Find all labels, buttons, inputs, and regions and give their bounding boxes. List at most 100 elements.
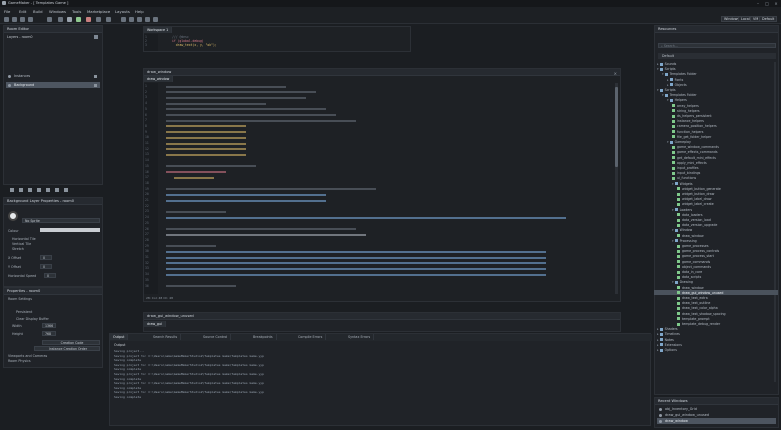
resource-search-input[interactable]: ⌕ Search... <box>658 43 776 48</box>
visibility-icon[interactable] <box>94 83 97 87</box>
menu-windows[interactable]: Windows <box>49 9 66 14</box>
clear-display-buffer-checkbox[interactable]: Clear Display Buffer <box>16 317 49 321</box>
create-executable-icon[interactable] <box>96 17 101 22</box>
export-icon[interactable] <box>47 17 52 22</box>
zoom-out-icon[interactable] <box>129 17 134 22</box>
sprite-selector[interactable]: No Sprite <box>22 218 100 223</box>
code-line[interactable] <box>166 125 246 128</box>
code-line[interactable] <box>166 148 246 151</box>
persistent-checkbox[interactable]: Persistent <box>16 310 32 314</box>
code-line[interactable] <box>166 114 336 116</box>
code-line[interactable] <box>166 142 246 145</box>
filter-dropdown[interactable]: Default <box>658 53 776 59</box>
add-background-layer-icon[interactable] <box>37 188 41 192</box>
close-button[interactable]: × <box>772 1 780 6</box>
vertical-scrollbar[interactable] <box>615 83 618 294</box>
code-line[interactable]: draw_text(x, y, "ok"); <box>172 43 217 47</box>
minimize-button[interactable]: – <box>754 1 762 6</box>
width-field[interactable]: 1366 <box>42 323 56 328</box>
import-icon[interactable] <box>28 17 33 22</box>
layer-instances[interactable]: Instances <box>6 73 100 79</box>
layer-background[interactable]: Background <box>6 82 100 88</box>
menu-file[interactable]: File <box>4 9 10 14</box>
code-line[interactable] <box>166 108 326 111</box>
code-line[interactable] <box>166 171 226 173</box>
tab-syntax-errors[interactable]: Syntax Errors <box>345 334 375 340</box>
run-icon[interactable] <box>76 17 81 22</box>
tab-compile-errors[interactable]: Compile Errors <box>295 334 327 340</box>
zoom-in-icon[interactable] <box>121 17 126 22</box>
menu-edit[interactable]: Edit <box>19 9 26 14</box>
code-line[interactable] <box>166 102 266 105</box>
code-line[interactable] <box>166 228 356 230</box>
delete-layer-icon[interactable] <box>55 188 59 192</box>
target-icon[interactable] <box>106 17 111 22</box>
instance-order-button[interactable]: Instance Creation Order <box>34 346 100 351</box>
code-line[interactable] <box>166 153 246 156</box>
code-line[interactable] <box>166 273 546 276</box>
window-close-icon[interactable]: × <box>614 70 617 77</box>
code-line[interactable] <box>166 267 546 270</box>
code-line[interactable] <box>166 165 256 168</box>
code-line[interactable] <box>166 91 316 94</box>
save-icon[interactable] <box>20 17 25 22</box>
horizontal-speed-field[interactable]: 0 <box>44 273 56 278</box>
scrollbar-thumb[interactable] <box>615 87 618 167</box>
code-line[interactable] <box>166 136 246 139</box>
code-line[interactable] <box>166 216 566 219</box>
tab-breakpoints[interactable]: Breakpoints <box>250 334 277 340</box>
add-path-layer-icon[interactable] <box>28 188 32 192</box>
creation-code-button[interactable]: Creation Code <box>42 340 100 345</box>
layers-options-icon[interactable] <box>94 35 98 39</box>
debug-icon[interactable] <box>67 17 72 22</box>
code-line[interactable] <box>166 285 236 287</box>
menu-marketplace[interactable]: Marketplace <box>87 9 110 14</box>
sprite-preview[interactable] <box>8 211 18 221</box>
code-line[interactable] <box>166 85 286 88</box>
tree-scrollbar[interactable] <box>774 62 776 382</box>
preferences-icon[interactable] <box>153 17 158 22</box>
stretch-checkbox[interactable]: Stretch <box>12 247 24 251</box>
layer-settings-icon[interactable] <box>64 188 68 192</box>
horizontal-tile-checkbox[interactable]: Horizontal Tile <box>12 237 36 241</box>
tab-source-control[interactable]: Source Control <box>200 334 232 340</box>
add-asset-layer-icon[interactable] <box>46 188 50 192</box>
menu-tools[interactable]: Tools <box>72 9 81 14</box>
maximize-button[interactable]: □ <box>763 1 771 6</box>
code-line[interactable] <box>166 245 216 248</box>
code-line[interactable] <box>166 96 306 99</box>
x-offset-field[interactable]: 0 <box>40 255 52 260</box>
tab-workspace[interactable]: Workspace 1 <box>144 27 173 33</box>
recent-item[interactable]: draw_window <box>657 418 776 424</box>
code-line[interactable] <box>166 233 366 236</box>
viewports-section[interactable]: Viewports and Cameras <box>8 354 47 358</box>
menu-build[interactable]: Build <box>33 9 43 14</box>
new-project-icon[interactable] <box>4 17 9 22</box>
code-line[interactable] <box>166 262 546 265</box>
visibility-icon[interactable] <box>94 74 97 78</box>
height-field[interactable]: 768 <box>42 331 56 336</box>
stop-icon[interactable] <box>86 17 91 22</box>
code-line[interactable] <box>166 210 226 213</box>
tab-draw-gui[interactable]: draw_gui <box>144 321 166 327</box>
code-line[interactable] <box>166 188 376 191</box>
script-window-small[interactable]: Workspace 1 1 2 3 /// @desc if (global.d… <box>143 26 411 52</box>
add-tile-layer-icon[interactable] <box>19 188 23 192</box>
room-settings-section[interactable]: Room Settings <box>8 297 32 301</box>
tree-folder[interactable]: ▸ Options <box>657 348 677 353</box>
room-physics-section[interactable]: Room Physics <box>8 359 31 363</box>
colour-swatch[interactable] <box>40 228 100 232</box>
clean-icon[interactable] <box>58 17 63 22</box>
tab-search-results[interactable]: Search Results <box>150 334 182 340</box>
code-line[interactable] <box>166 250 546 253</box>
vertical-tile-checkbox[interactable]: Vertical Tile <box>12 242 31 246</box>
code-line[interactable] <box>166 256 546 259</box>
menu-help[interactable]: Help <box>135 9 144 14</box>
open-project-icon[interactable] <box>12 17 17 22</box>
menu-layouts[interactable]: Layouts <box>115 9 130 14</box>
tab-output[interactable]: Output <box>110 334 129 340</box>
code-line[interactable] <box>166 119 356 122</box>
add-instance-layer-icon[interactable] <box>10 188 14 192</box>
zoom-reset-icon[interactable] <box>137 17 142 22</box>
tab-draw-window[interactable]: draw_window <box>144 76 174 82</box>
